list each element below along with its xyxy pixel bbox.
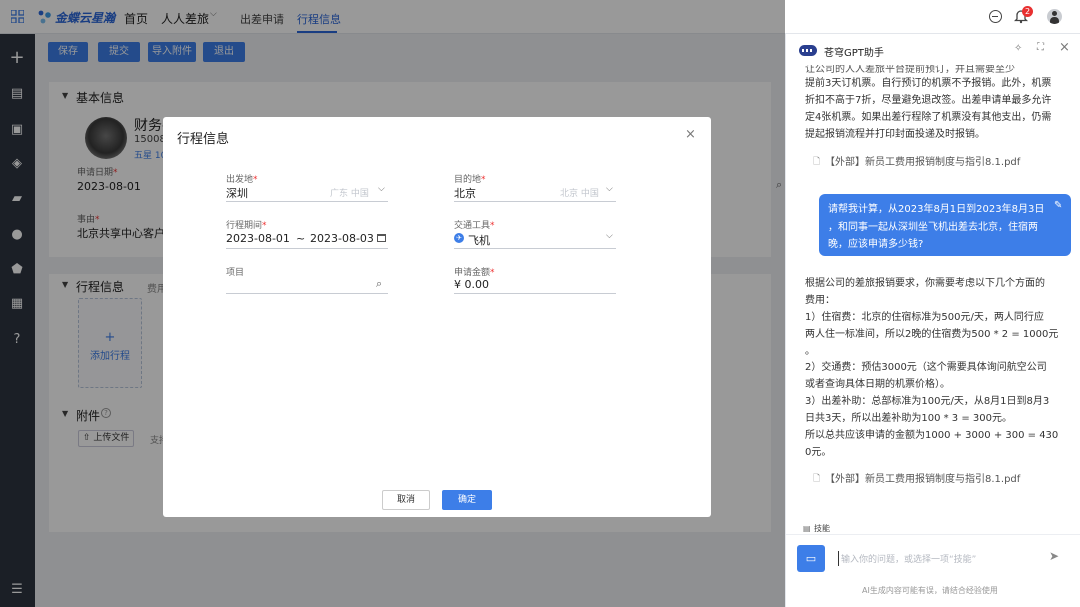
assistant-logo-icon	[799, 45, 817, 56]
disclaimer-text: AI生成内容可能有误，请结合经验使用	[862, 586, 998, 595]
answer-line: 日共3天，所以出差补助为100 * 3 = 300元。	[805, 413, 1012, 424]
skill-picker-button[interactable]: ▭	[797, 545, 825, 572]
avatar[interactable]	[1047, 9, 1062, 24]
answer-line: 1）住宿费：北京的住宿标准为500元/天，两人同行应	[805, 312, 1044, 323]
period-label: 行程期间*	[226, 221, 267, 231]
document-icon: 🗋	[813, 157, 821, 167]
date-separator: ~	[296, 232, 306, 245]
message-line: ，和同事一起从深圳坐飞机出差去北京，住宿两	[828, 222, 1038, 233]
pin-icon[interactable]: ✧	[1014, 43, 1022, 54]
minus-circle-icon[interactable]	[989, 10, 1002, 23]
message-line: 折扣不高于7折，尽量避免退改签。出差申请单最多允许	[805, 95, 1052, 106]
edit-icon[interactable]: ✎	[1054, 200, 1062, 211]
answer-line: 。	[805, 346, 815, 357]
transport-label: 交通工具*	[454, 221, 495, 231]
answer-line: 2）交通费：预估3000元（这个需要具体询问航空公司	[805, 362, 1047, 373]
project-label: 项目	[226, 268, 245, 278]
notification-badge: 2	[1022, 6, 1033, 17]
message-line: 晚，应该申请多少钱?	[828, 239, 924, 250]
chevron-down-icon[interactable]: ⌵	[378, 184, 385, 194]
from-value[interactable]: 深圳	[226, 185, 248, 201]
skills-icon: ▤	[803, 524, 811, 533]
trip-info-dialog: 行程信息 × 出发地* 深圳 广东 中国 ⌵ 目的地* 北京 北京 中国 ⌵ 行…	[163, 117, 711, 517]
file-link[interactable]: 【外部】新员工费用报销制度与指引8.1.pdf	[825, 153, 1020, 168]
expand-icon[interactable]: ⛶	[1037, 42, 1044, 53]
from-region-hint: 广东 中国	[330, 189, 369, 199]
cancel-button[interactable]: 取消	[382, 490, 430, 510]
message-line: 提前3天订机票。自行预订的机票不予报销。此外，机票	[805, 78, 1052, 89]
answer-line: 0元。	[805, 447, 832, 458]
period-underline	[226, 248, 388, 249]
end-date[interactable]: 2023-08-03	[310, 232, 374, 245]
answer-line: 根据公司的差旅报销要求，你需要考虑以下几个方面的	[805, 278, 1045, 289]
skills-button[interactable]: 技能	[814, 523, 830, 534]
answer-line: 所以总共应该申请的金额为1000 + 3000 + 300 = 430	[805, 430, 1059, 441]
assistant-panel: 苍穹GPT助手 ✧ ⛶ × 让公司的人人差旅平台提前预订，并且需要至少 提前3天…	[785, 34, 1080, 607]
amount-value[interactable]: ¥ 0.00	[454, 278, 489, 291]
project-underline	[226, 293, 388, 294]
dialog-title: 行程信息	[177, 132, 230, 147]
send-icon[interactable]: ➤	[1049, 549, 1059, 563]
message-line-cut: 让公司的人人差旅平台提前预订，并且需要至少	[805, 65, 1015, 75]
chat-input-area	[786, 534, 1080, 535]
chevron-down-icon[interactable]: ⌵	[606, 184, 613, 194]
from-underline	[226, 201, 388, 202]
message-line: 定4张机票。如果出差行程除了机票没有其他支出，仍需	[805, 112, 1052, 123]
close-icon[interactable]: ×	[1059, 40, 1070, 55]
assistant-title: 苍穹GPT助手	[824, 48, 884, 59]
transport-value[interactable]: 飞机	[468, 232, 490, 248]
answer-line: 3）出差补助：总部标准为100元/天，从8月1日到8月3	[805, 396, 1050, 407]
amount-label: 申请金额*	[454, 268, 495, 278]
chevron-down-icon[interactable]: ⌵	[606, 231, 613, 241]
message-line: 请帮我计算，从2023年8月1日到2023年8月3日	[828, 204, 1045, 215]
user-message-bubble: 请帮我计算，从2023年8月1日到2023年8月3日 ，和同事一起从深圳坐飞机出…	[819, 194, 1071, 256]
transport-underline	[454, 248, 616, 249]
airplane-icon: ✈	[454, 233, 464, 243]
chat-input[interactable]: 输入你的问题，或选择一项“技能”	[841, 552, 976, 565]
message-line: 提起报销流程并打印封面投递及时报销。	[805, 129, 985, 140]
to-label: 目的地*	[454, 175, 486, 185]
file-link[interactable]: 【外部】新员工费用报销制度与指引8.1.pdf	[825, 470, 1020, 485]
to-underline	[454, 201, 616, 202]
text-cursor	[838, 551, 839, 566]
answer-line: 或者查询具体日期的机票价格）。	[805, 379, 950, 390]
answer-line: 费用：	[805, 295, 835, 306]
search-icon[interactable]: ⌕	[376, 277, 382, 291]
amount-underline	[454, 293, 616, 294]
document-icon: 🗋	[813, 474, 821, 484]
to-value[interactable]: 北京	[454, 185, 476, 201]
calendar-icon[interactable]	[377, 234, 386, 242]
from-label: 出发地*	[226, 175, 258, 185]
confirm-button[interactable]: 确定	[442, 490, 492, 510]
start-date[interactable]: 2023-08-01	[226, 232, 290, 245]
close-icon[interactable]: ×	[685, 127, 696, 142]
answer-line: 两人住一标准间，所以2晚的住宿费为500 * 2 = 1000元	[805, 329, 1059, 340]
to-region-hint: 北京 中国	[560, 189, 599, 199]
